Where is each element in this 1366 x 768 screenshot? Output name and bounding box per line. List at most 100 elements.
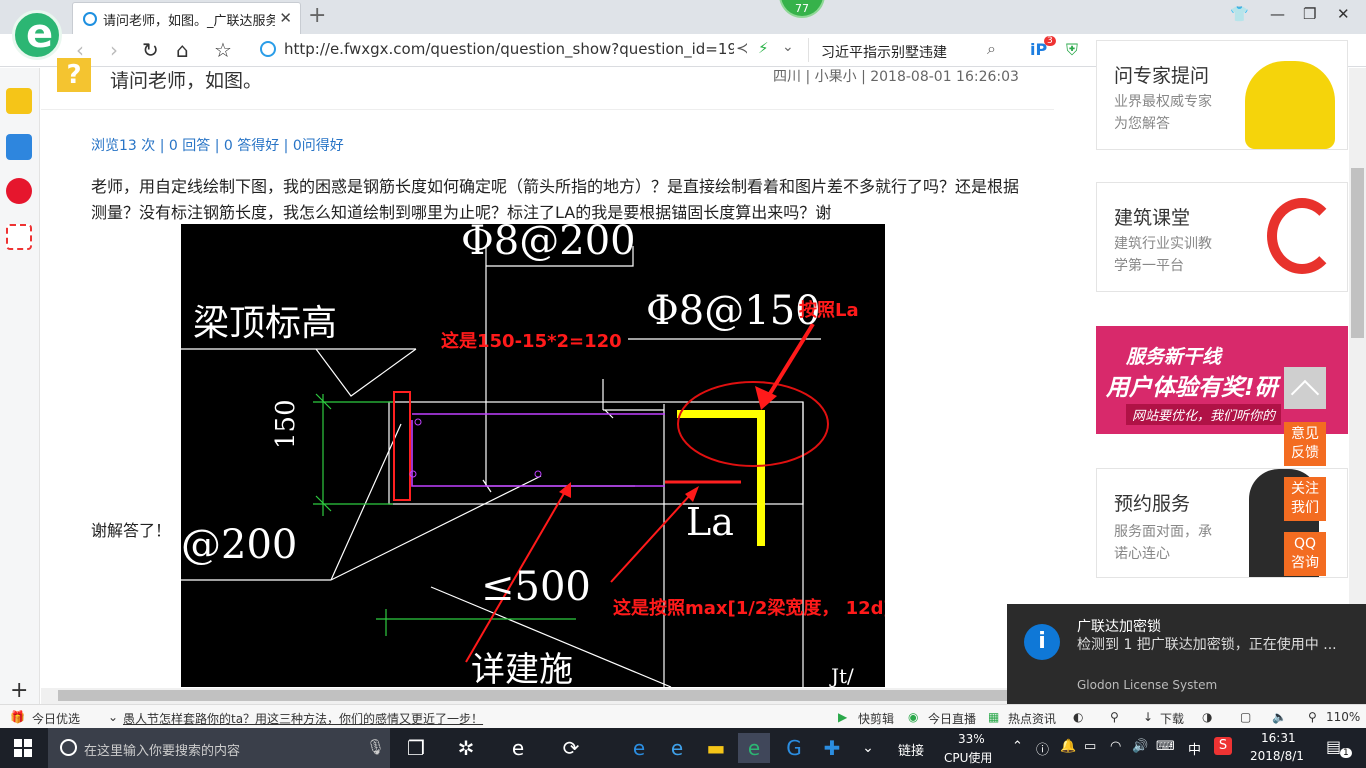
info-icon: i	[1024, 624, 1060, 660]
refresh-icon[interactable]: ↻	[142, 38, 159, 62]
reading-list-icon[interactable]	[6, 134, 32, 160]
feedback-button[interactable]: 意见 反馈	[1284, 422, 1326, 466]
license-notification[interactable]: i 广联达加密锁 检测到 1 把广联达加密锁，正在使用中 ... Glodon …	[1007, 604, 1366, 704]
show-hidden-icon[interactable]: ⌃	[1012, 739, 1023, 754]
feedback-label-1: 意见	[1291, 426, 1319, 442]
clock-time[interactable]: 16:31	[1261, 731, 1296, 745]
qq-label-1: QQ	[1293, 536, 1317, 552]
clock-date[interactable]: 2018/8/1	[1250, 749, 1304, 763]
today-picks-link[interactable]: 今日优选	[32, 710, 80, 727]
fan-app-icon[interactable]: ✲	[450, 733, 482, 763]
zoom-icon: ⚲	[1308, 710, 1317, 724]
edge-icon[interactable]: e	[502, 733, 534, 763]
weibo-icon[interactable]	[6, 178, 32, 204]
browser-status-bar: 🎁 今日优选 ⌄ 愚人节怎样套路你的ta？用这三种方法，你们的感情又更近了一步！…	[0, 704, 1366, 728]
restore-icon[interactable]: ❐	[1303, 5, 1316, 23]
zoom-level[interactable]: 110%	[1326, 710, 1360, 724]
download-link[interactable]: 下载	[1160, 710, 1184, 727]
browser-tab[interactable]: 请问老师，如图。_广联达服务新 ✕	[72, 2, 301, 34]
tab-title: 请问老师，如图。_广联达服务新	[103, 14, 275, 29]
ie-icon[interactable]: e	[661, 733, 693, 763]
speed-icon[interactable]: ◐	[1073, 710, 1083, 724]
bell-icon[interactable]: 🔔	[1060, 739, 1076, 754]
ime-indicator[interactable]: 中	[1188, 739, 1201, 758]
new-tab-button[interactable]: +	[308, 3, 326, 28]
minimize-icon[interactable]: —	[1270, 5, 1285, 23]
vertical-scroll-thumb[interactable]	[1351, 168, 1364, 338]
email-icon[interactable]	[6, 224, 32, 250]
action-center-badge: 1	[1340, 748, 1352, 758]
question-stats[interactable]: 浏览13 次 | 0 回答 | 0 答得好 | 0问得好	[91, 135, 344, 155]
download-icon: ↓	[1143, 710, 1154, 724]
microphone-icon[interactable]: 🎙	[366, 738, 385, 756]
info-tray-icon[interactable]: ⓘ	[1036, 739, 1049, 758]
lightning-icon[interactable]: ⚡	[758, 39, 769, 57]
shirt-skin-icon[interactable]: 👕	[1230, 5, 1249, 23]
appointment-card-sub2: 诺心连心	[1114, 546, 1170, 562]
notification-body: 检测到 1 把广联达加密锁，正在使用中 ...	[1077, 637, 1337, 653]
classroom-card-title: 建筑课堂	[1114, 207, 1191, 229]
task-view-icon[interactable]: ❐	[400, 733, 432, 763]
shield-icon[interactable]: ⛨	[1066, 40, 1078, 60]
appointment-card-sub1: 服务面对面，承	[1114, 524, 1212, 540]
window-icon[interactable]: ▢	[1240, 710, 1251, 724]
glodon-g-icon[interactable]: G	[778, 733, 810, 763]
pin-icon[interactable]: ⚲	[1110, 710, 1119, 724]
cad-label-at200: @200	[181, 522, 298, 568]
taskbar-more-icon[interactable]: ⌄	[852, 733, 884, 763]
360-browser-icon[interactable]: e	[738, 733, 770, 763]
sogou-icon[interactable]: S	[1214, 737, 1232, 755]
home-icon[interactable]: ⌂	[176, 38, 189, 62]
search-icon[interactable]: ⌕	[987, 39, 996, 59]
edge-blue-icon[interactable]: e	[623, 733, 655, 763]
cad-drawing-image[interactable]: Φ8@200 梁顶标高 150 Φ8@150 @200 ≤500 详建施 La …	[181, 224, 885, 687]
taskbar-search-box[interactable]: 在这里输入你要搜索的内容 🎙	[48, 728, 390, 768]
notification-title: 广联达加密锁	[1077, 619, 1161, 635]
quick-cut-link[interactable]: 快剪辑	[858, 710, 894, 727]
cad-label-150: 150	[271, 399, 301, 449]
favorite-star-icon[interactable]: ☆	[214, 38, 232, 62]
news-headline-link[interactable]: 愚人节怎样套路你的ta？用这三种方法，你们的感情又更近了一步！	[123, 710, 483, 727]
favorites-star-icon[interactable]	[6, 88, 32, 114]
battery-icon[interactable]: ▭	[1084, 739, 1096, 754]
expert-card[interactable]: 问专家提问 业界最权威专家 为您解答	[1096, 40, 1348, 150]
horizontal-scroll-thumb[interactable]	[58, 690, 1018, 701]
sync-app-icon[interactable]: ⟳	[555, 733, 587, 763]
classroom-card[interactable]: 建筑课堂 建筑行业实训教 学第一平台	[1096, 182, 1348, 292]
search-text[interactable]: 习近平指示别墅违建	[821, 42, 947, 62]
live-icon: ◉	[908, 710, 919, 724]
file-explorer-icon[interactable]: ▬	[700, 733, 732, 763]
action-center-icon[interactable]: ▤	[1326, 737, 1341, 756]
url-field[interactable]: http://e.fwxgx.com/question/question_sho…	[258, 38, 808, 62]
live-link[interactable]: 今日直播	[928, 710, 976, 727]
share-icon[interactable]: ≺	[736, 39, 749, 57]
forward-icon[interactable]: ›	[110, 38, 118, 62]
classroom-logo-icon	[1267, 198, 1337, 274]
wifi-icon[interactable]: ◠	[1110, 739, 1121, 754]
browser-logo-icon[interactable]	[12, 10, 62, 60]
keyboard-icon[interactable]: ⌨	[1156, 739, 1175, 754]
notification-source: Glodon License System	[1077, 678, 1218, 692]
glodon-plus-icon[interactable]: ✚	[816, 733, 848, 763]
cortana-icon	[60, 739, 77, 756]
chevron-icon: ⌄	[108, 710, 119, 724]
chevron-down-icon[interactable]: ⌄	[782, 39, 794, 55]
link-toolbar[interactable]: 链接	[898, 740, 924, 759]
close-window-icon[interactable]: ✕	[1337, 5, 1350, 23]
volume-icon[interactable]: 🔊	[1132, 739, 1148, 754]
compat-icon[interactable]: ◑	[1202, 710, 1212, 724]
expert-card-sub2: 为您解答	[1114, 116, 1170, 132]
windows-start-icon[interactable]	[14, 739, 32, 757]
ie-tab-icon	[83, 12, 97, 26]
mute-icon[interactable]: 🔈	[1272, 710, 1287, 724]
classroom-card-sub1: 建筑行业实训教	[1114, 236, 1212, 252]
tab-close-icon[interactable]: ✕	[279, 9, 292, 27]
banner-line1: 服务新干线	[1126, 346, 1222, 368]
qq-consult-button[interactable]: QQ 咨询	[1284, 532, 1326, 576]
url-text[interactable]: http://e.fwxgx.com/question/question_sho…	[284, 40, 734, 58]
back-to-top-button[interactable]	[1284, 367, 1326, 409]
add-sidebar-icon[interactable]: +	[10, 678, 28, 703]
hot-news-link[interactable]: 热点资讯	[1008, 710, 1056, 727]
search-input[interactable]: 习近平指示别墅违建 ⌕	[808, 38, 1008, 62]
follow-us-button[interactable]: 关注 我们	[1284, 477, 1326, 521]
